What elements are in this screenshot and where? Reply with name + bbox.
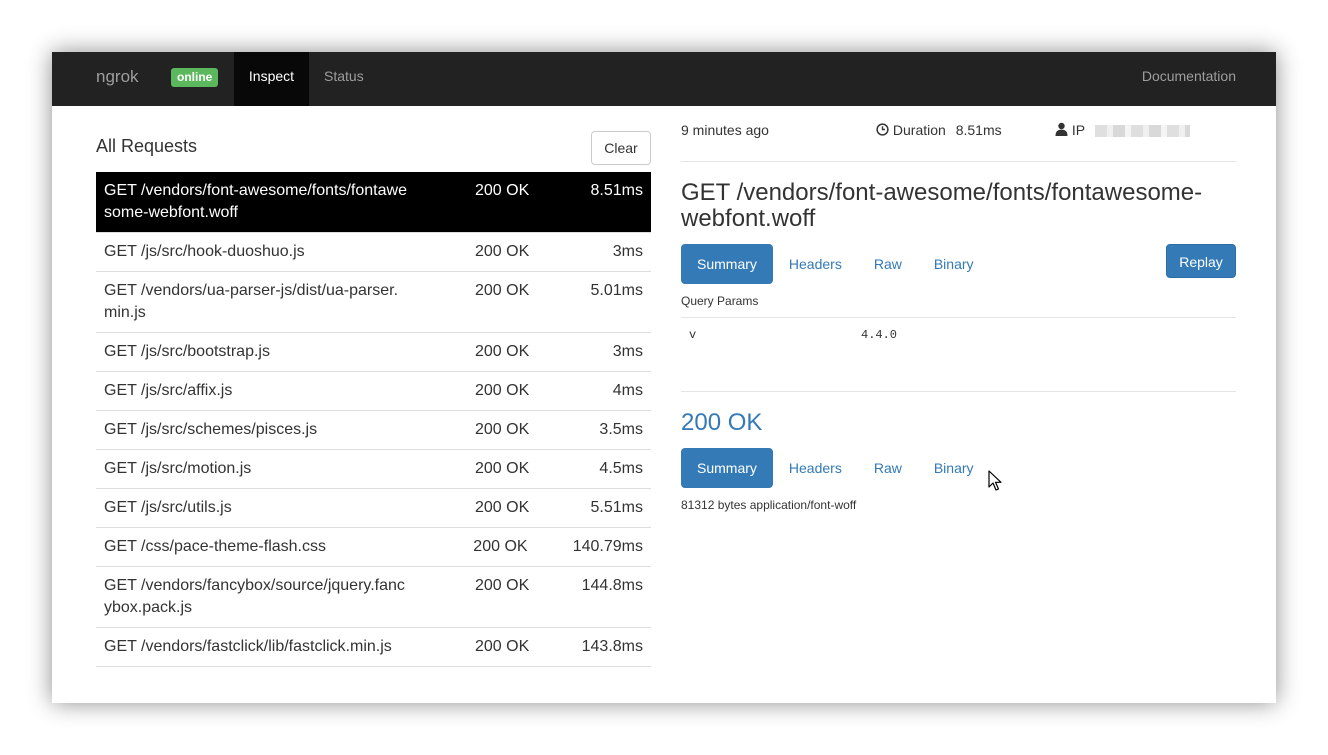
duration-label: Duration xyxy=(892,122,946,138)
response-tab-headers[interactable]: Headers xyxy=(773,448,858,488)
request-duration: 8.51ms xyxy=(590,182,643,199)
request-tab-summary[interactable]: Summary xyxy=(681,244,773,284)
brand-logo[interactable]: ngrok xyxy=(96,67,139,87)
request-row[interactable]: GET /css/pace-theme-flash.css 200 OK 140… xyxy=(96,528,651,567)
nav-tab-status[interactable]: Status xyxy=(324,52,364,106)
request-status: 200 OK xyxy=(475,460,530,477)
response-tab-binary[interactable]: Binary xyxy=(918,448,990,488)
request-status: 200 OK xyxy=(473,538,528,555)
request-path: GET /js/src/bootstrap.js xyxy=(104,343,270,360)
request-status: 200 OK xyxy=(475,343,530,360)
ip-value-redacted xyxy=(1094,125,1190,138)
request-tab-headers[interactable]: Headers xyxy=(773,244,858,284)
request-row[interactable]: GET /vendors/ua-parser-js/dist/ua-parser… xyxy=(96,272,651,333)
request-row[interactable]: GET /vendors/font-awesome/fonts/fontawes… xyxy=(96,172,651,233)
request-status: 200 OK xyxy=(475,421,530,438)
online-status-badge: online xyxy=(171,68,219,87)
request-row[interactable]: GET /js/src/motion.js 200 OK 4.5ms xyxy=(96,450,651,489)
response-summary: 81312 bytes application/font-woff xyxy=(681,498,857,512)
request-path: GET /js/src/hook-duoshuo.js xyxy=(104,243,305,260)
request-row[interactable]: GET /vendors/fastclick/lib/fastclick.min… xyxy=(96,628,651,667)
request-path: GET /vendors/fastclick/lib/fastclick.min… xyxy=(104,638,392,655)
mouse-cursor-icon xyxy=(988,470,1002,491)
request-path: GET /css/pace-theme-flash.css xyxy=(104,538,326,555)
divider xyxy=(681,317,1236,318)
divider xyxy=(681,391,1236,392)
request-row[interactable]: GET /js/src/bootstrap.js 200 OK 3ms xyxy=(96,333,651,372)
request-duration: 3ms xyxy=(612,243,643,260)
request-duration: 3.5ms xyxy=(599,421,643,438)
request-status: 200 OK xyxy=(475,243,530,260)
request-title: GET /vendors/font-awesome/fonts/fontawes… xyxy=(681,179,1203,232)
ip-label: IP xyxy=(1071,122,1085,138)
request-row[interactable]: GET /js/src/hook-duoshuo.js 200 OK 3ms xyxy=(96,233,651,272)
request-tab-raw[interactable]: Raw xyxy=(858,244,918,284)
response-tabs: Summary Headers Raw Binary xyxy=(681,448,990,488)
request-tab-binary[interactable]: Binary xyxy=(918,244,990,284)
request-duration: 4ms xyxy=(612,382,643,399)
request-path: GET /js/src/schemes/pisces.js xyxy=(104,421,318,438)
request-duration-meta: Duration 8.51ms xyxy=(876,122,1002,138)
request-path: GET /js/src/affix.js xyxy=(104,382,233,399)
request-row[interactable]: GET /js/src/affix.js 200 OK 4ms xyxy=(96,372,651,411)
top-navbar: ngrok online Inspect Status Documentatio… xyxy=(52,52,1276,106)
request-duration: 144.8ms xyxy=(581,577,643,594)
nav-tab-inspect[interactable]: Inspect xyxy=(234,52,309,106)
query-param-key: v xyxy=(689,328,697,342)
request-status: 200 OK xyxy=(475,282,530,299)
request-ip-meta: IP xyxy=(1055,122,1190,138)
clock-icon xyxy=(876,123,889,136)
divider xyxy=(681,161,1236,162)
request-row[interactable]: GET /js/src/schemes/pisces.js 200 OK 3.5… xyxy=(96,411,651,450)
response-tab-raw[interactable]: Raw xyxy=(858,448,918,488)
response-status-title: 200 OK xyxy=(681,409,763,436)
ngrok-inspector-window: ngrok online Inspect Status Documentatio… xyxy=(52,52,1276,703)
replay-button[interactable]: Replay xyxy=(1166,244,1236,278)
requests-table: GET /vendors/font-awesome/fonts/fontawes… xyxy=(96,172,651,667)
request-status: 200 OK xyxy=(475,577,530,594)
request-tabs: Summary Headers Raw Binary xyxy=(681,244,990,284)
request-row[interactable]: GET /js/src/utils.js 200 OK 5.51ms xyxy=(96,489,651,528)
request-duration: 5.01ms xyxy=(590,282,643,299)
query-params-label: Query Params xyxy=(681,294,759,308)
request-status: 200 OK xyxy=(475,638,530,655)
request-duration: 4.5ms xyxy=(599,460,643,477)
request-path: GET /js/src/utils.js xyxy=(104,499,232,516)
request-duration: 3ms xyxy=(612,343,643,360)
request-time-ago: 9 minutes ago xyxy=(681,122,769,138)
clear-button[interactable]: Clear xyxy=(591,131,651,165)
request-duration: 140.79ms xyxy=(572,538,643,555)
request-path: GET /vendors/ua-parser-js/dist/ua-parser… xyxy=(104,282,399,321)
query-param-value: 4.4.0 xyxy=(861,328,898,342)
request-status: 200 OK xyxy=(475,382,530,399)
request-duration: 5.51ms xyxy=(590,499,643,516)
request-status: 200 OK xyxy=(475,499,530,516)
request-status: 200 OK xyxy=(475,182,530,199)
request-duration: 143.8ms xyxy=(581,638,643,655)
request-path: GET /vendors/font-awesome/fonts/fontawes… xyxy=(104,182,407,221)
response-tab-summary[interactable]: Summary xyxy=(681,448,773,488)
request-row[interactable]: GET /vendors/fancybox/source/jquery.fanc… xyxy=(96,567,651,628)
duration-value: 8.51ms xyxy=(955,122,1002,138)
request-path: GET /js/src/motion.js xyxy=(104,460,252,477)
request-path: GET /vendors/fancybox/source/jquery.fanc… xyxy=(104,577,405,616)
nav-link-documentation[interactable]: Documentation xyxy=(1142,52,1236,106)
all-requests-title: All Requests xyxy=(96,136,198,156)
user-icon xyxy=(1055,122,1068,136)
